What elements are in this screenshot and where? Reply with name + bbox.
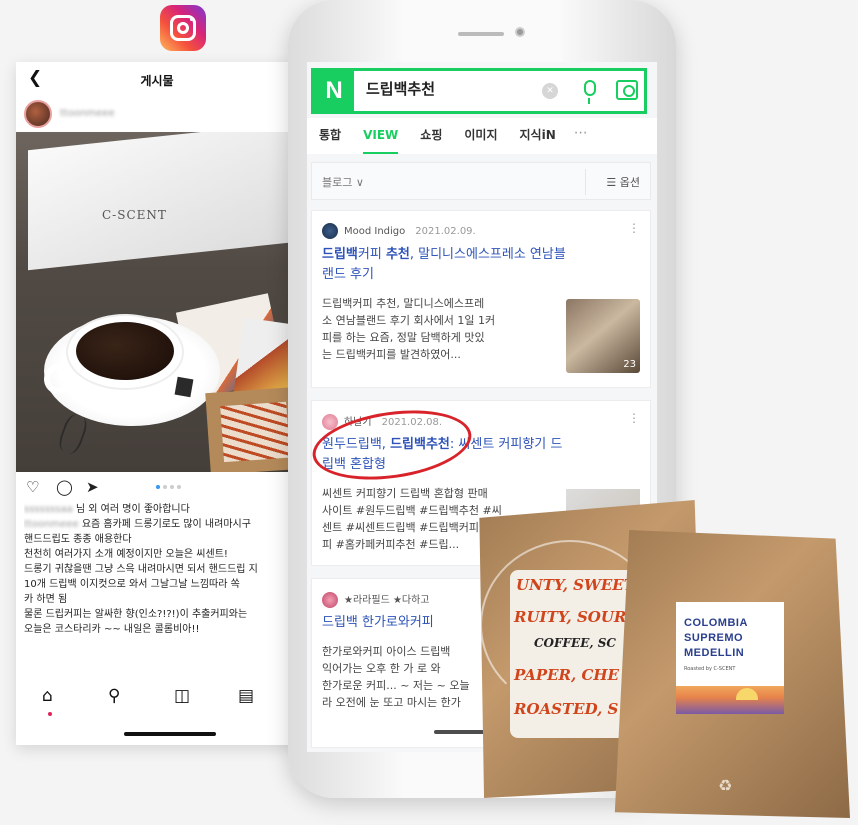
bag-art-text: COFFEE, SC — [534, 636, 616, 650]
cup-handle-image — [44, 364, 72, 394]
bag-window-art: UNTY, SWEET, J RUITY, SOUR COFFEE, SC PA… — [510, 570, 651, 738]
caption-line: 카 하면 됨 — [24, 594, 68, 605]
post-photo[interactable]: C-SCENT — [16, 132, 298, 472]
caption-line: 핸드드립도 종종 애용한다 — [24, 534, 132, 545]
caption-line: 물론 드립커피는 알싸한 향(인소?!?!)이 추출커피와는 — [24, 609, 248, 620]
tab-knowledge[interactable]: 지식iN — [520, 118, 556, 154]
camera-lens-icon[interactable] — [616, 80, 638, 100]
recycle-icon: ♻ — [718, 776, 733, 795]
home-indicator — [124, 732, 216, 736]
author-avatar[interactable] — [322, 223, 338, 239]
options-button[interactable]: ☰ 옵션 — [606, 174, 640, 190]
post-author[interactable]: Mood Indigo — [344, 226, 405, 237]
home-icon[interactable]: ⌂ — [42, 686, 53, 706]
share-icon[interactable]: ➤ — [86, 478, 99, 496]
more-tabs-icon[interactable]: ⋯ — [574, 118, 588, 154]
comment-icon[interactable]: ◯ — [56, 478, 73, 496]
search-input[interactable] — [366, 79, 556, 97]
likes-text: 님 외 여러 명이 좋아합니다 — [75, 504, 190, 515]
origin-label: COLOMBIA SUPREMO MEDELLIN — [684, 617, 748, 659]
post-author-row[interactable]: ttoonmeee — [16, 96, 298, 132]
notification-dot — [48, 712, 52, 716]
post-meta: Mood Indigo 2021.02.09. — [322, 223, 476, 239]
reels-icon[interactable]: ◫ — [174, 686, 190, 706]
coffee-image — [76, 322, 174, 380]
search-tabs: 통합 VIEW 쇼핑 이미지 지식iN ⋯ — [307, 118, 657, 154]
post-thumbnail[interactable]: 23 — [566, 299, 640, 373]
post-date: 2021.02.09. — [415, 226, 476, 237]
bag-art-text: PAPER, CHE — [514, 666, 619, 684]
page-title: 게시물 — [140, 74, 174, 88]
tab-shopping[interactable]: 쇼핑 — [420, 118, 442, 154]
bag-art-text: ROASTED, S — [514, 700, 619, 718]
avatar[interactable] — [24, 100, 52, 128]
gift-box-image — [28, 132, 298, 271]
caption-line: 천천히 여러가지 소개 예정이지만 오늘은 씨센트! — [24, 549, 228, 560]
bag-label: COLOMBIA SUPREMO MEDELLIN Roasted by C-S… — [676, 602, 784, 714]
speaker — [458, 32, 504, 36]
caption-text: 요즘 홈카페 드롱기로도 많이 내려마시구 — [81, 519, 251, 530]
caption-line: 오늘은 코스타리카 ~~ 내일은 콜롬비아!! — [24, 624, 200, 635]
author-avatar[interactable] — [322, 592, 338, 608]
naver-logo-icon[interactable]: N — [314, 71, 354, 111]
heart-icon[interactable]: ♡ — [26, 478, 39, 496]
likes-line[interactable]: sssssssaa 님 외 여러 명이 좋아합니다 — [24, 502, 290, 517]
post-snippet: 드립백커피 추천, 말디니스에스프레 소 연남블랜드 후기 회사에서 1일 1커… — [322, 297, 496, 361]
post-title[interactable]: 드립백커피 추천, 말디니스에스프레소 연남블 랜드 후기 — [322, 245, 640, 285]
post-author[interactable]: ★라라필드 ★다하고 — [344, 595, 430, 606]
tab-image[interactable]: 이미지 — [464, 118, 497, 154]
label-landscape-graphic — [676, 686, 784, 714]
liker-username: sssssssaa — [24, 504, 73, 515]
caption-author: ttoonmeee — [24, 519, 79, 530]
box-brand-text: C-SCENT — [102, 208, 167, 222]
roaster-text: Roasted by C-SCENT — [684, 666, 736, 672]
front-camera — [515, 27, 525, 37]
post-meta: ★라라필드 ★다하고 — [322, 591, 430, 608]
instagram-header: ❮ 게시물 — [16, 62, 298, 96]
divider — [585, 169, 586, 195]
options-label: 옵션 — [619, 176, 640, 189]
search-bar[interactable]: N ✕ — [311, 68, 647, 114]
tab-all[interactable]: 통합 — [319, 118, 341, 154]
username[interactable]: ttoonmeee — [60, 108, 115, 119]
post-actions: ♡ ◯ ➤ — [16, 472, 298, 502]
instagram-logo-icon — [160, 5, 206, 51]
more-options-icon[interactable]: ⋮ — [628, 221, 640, 235]
filter-bar: 블로그 ∨ ☰ 옵션 — [311, 162, 651, 200]
bottom-nav: ⌂ ⚲ ◫ ▤ — [16, 680, 298, 720]
blog-filter-dropdown[interactable]: 블로그 ∨ — [322, 174, 364, 190]
search-icon[interactable]: ⚲ — [108, 686, 120, 706]
drip-tag-image — [174, 376, 194, 398]
instagram-post-panel: ❮ 게시물 ttoonmeee C-SCENT ♡ ◯ ➤ sssssssaa … — [16, 62, 298, 745]
drip-bag-image — [205, 386, 298, 472]
caption-line: 10개 드립백 이지컷으로 와서 그날그날 느낌따라 쏙 — [24, 579, 240, 590]
carousel-dots — [156, 485, 181, 489]
image-count: 23 — [623, 359, 636, 370]
post-caption: sssssssaa 님 외 여러 명이 좋아합니다 ttoonmeee 요즘 홈… — [16, 502, 298, 637]
more-options-icon[interactable]: ⋮ — [628, 411, 640, 425]
signature-mark — [55, 411, 91, 457]
caption-line: 드롱기 귀찮을땐 그냥 스윽 내려마시면 되서 핸드드립 지 — [24, 564, 258, 575]
microphone-icon[interactable] — [584, 80, 596, 104]
bag-art-text: RUITY, SOUR — [514, 608, 627, 626]
tab-view[interactable]: VIEW — [363, 118, 399, 154]
shop-icon[interactable]: ▤ — [238, 686, 254, 706]
search-result-post[interactable]: Mood Indigo 2021.02.09. ⋮ 드립백커피 추천, 말디니스에… — [311, 210, 651, 388]
caption-line: ttoonmeee 요즘 홈카페 드롱기로도 많이 내려마시구 — [24, 517, 290, 532]
drip-bag-front-right: COLOMBIA SUPREMO MEDELLIN Roasted by C-S… — [614, 530, 850, 818]
clear-icon[interactable]: ✕ — [542, 83, 558, 99]
